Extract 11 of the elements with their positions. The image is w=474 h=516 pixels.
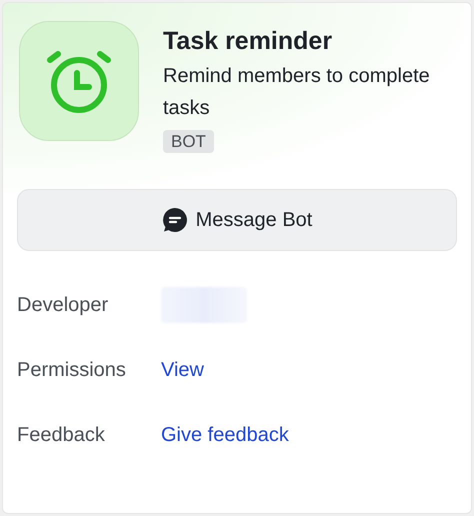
message-bot-button[interactable]: Message Bot — [17, 189, 457, 251]
bot-description: Remind members to complete tasks — [163, 64, 431, 121]
detail-label: Permissions — [17, 358, 127, 383]
detail-label: Developer — [17, 293, 110, 318]
bot-badge: BOT — [163, 130, 214, 153]
link[interactable]: View — [161, 355, 204, 385]
chat-bubble-icon — [162, 207, 188, 233]
alarm-clock-icon — [19, 21, 139, 141]
bot-title: Task reminder — [163, 26, 334, 57]
detail-label: Feedback — [17, 423, 106, 448]
link[interactable]: Give feedback — [161, 420, 289, 450]
